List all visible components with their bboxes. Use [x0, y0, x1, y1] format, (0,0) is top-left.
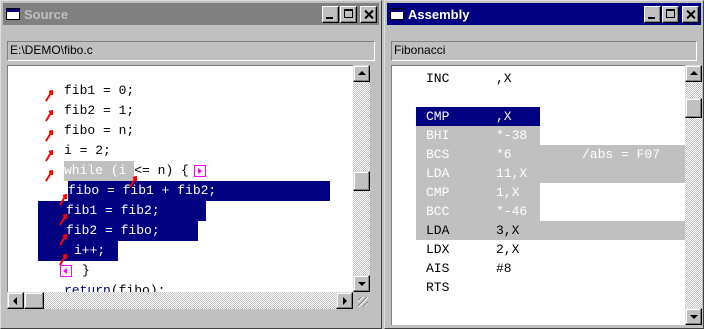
breakpoint-arrow-icon[interactable] — [44, 130, 54, 142]
scroll-left-icon[interactable] — [7, 292, 24, 309]
assembly-titlebar[interactable]: Assembly — [387, 3, 701, 25]
asm-operand: *-38 — [496, 128, 528, 143]
asm-comment: /abs = F07 — [582, 147, 661, 162]
code-text: } — [82, 263, 90, 278]
run-marker-icon[interactable] — [60, 265, 72, 277]
scroll-right-icon[interactable] — [336, 292, 353, 309]
asm-grey-block — [416, 221, 685, 240]
asm-mnemonic: CMP — [426, 185, 450, 200]
asm-mnemonic: INC — [426, 71, 450, 86]
breakpoint-arrow-icon[interactable] — [58, 194, 68, 206]
code-line[interactable]: fib1 = 0; — [8, 81, 353, 101]
scroll-up-icon[interactable] — [685, 65, 702, 82]
code-line[interactable]: while (i <= n) { — [8, 161, 353, 181]
asm-comment: /abs = F0 — [592, 128, 663, 143]
code-line[interactable]: i = 2; — [8, 141, 353, 161]
source-vertical-scrollbar[interactable] — [353, 65, 370, 292]
code-text: i++; — [38, 241, 118, 261]
breakpoint-arrow-icon[interactable] — [44, 150, 54, 162]
asm-operand: 10,X — [496, 90, 528, 105]
run-marker-icon[interactable] — [194, 165, 206, 177]
assembly-vertical-scrollbar[interactable] — [685, 65, 702, 325]
asm-operand: 11,X — [496, 166, 528, 181]
maximize-icon[interactable] — [662, 5, 679, 23]
asm-comment: /abs = F0 — [592, 204, 663, 219]
close-icon[interactable] — [682, 5, 699, 23]
window-icon — [6, 8, 20, 20]
source-path: E:\DEMO\fibo.c — [7, 41, 375, 61]
maximize-icon[interactable] — [340, 5, 357, 23]
minimize-icon[interactable] — [322, 5, 339, 23]
resize-grip-icon[interactable] — [353, 292, 370, 309]
asm-mnemonic: RTS — [426, 280, 450, 295]
scroll-thumb[interactable] — [353, 171, 370, 191]
assembly-path: Fibonacci — [391, 41, 697, 61]
code-line[interactable]: fibo = n; — [8, 121, 353, 141]
asm-mnemonic: LDA — [426, 166, 450, 181]
assembly-title: Assembly — [408, 6, 470, 22]
assembly-window: Assembly Fibonacci INC ,X LDA 10,X CMP ,X B… — [384, 0, 704, 329]
asm-operand: ,X — [496, 71, 512, 86]
asm-operand: #8 — [496, 261, 512, 276]
scroll-down-icon[interactable] — [353, 275, 370, 292]
asm-mnemonic: LDX — [426, 242, 450, 257]
code-text: fibo = fib1 + fib2; — [68, 181, 330, 201]
source-titlebar[interactable]: Source — [3, 3, 379, 25]
asm-mnemonic: LDA — [426, 223, 450, 238]
source-window: Source E:\DEMO\fibo.c fib1 = 0; fib2 = 1… — [0, 0, 382, 329]
asm-operand: 3,X — [496, 223, 520, 238]
asm-operand: 2,X — [496, 242, 520, 257]
code-text: fib1 = 0; — [64, 83, 135, 98]
breakpoint-arrow-icon[interactable] — [58, 214, 68, 226]
asm-mnemonic: CMP — [426, 109, 450, 124]
asm-mnemonic: LDA — [426, 90, 450, 105]
asm-operand: ,X — [496, 109, 512, 124]
scroll-thumb[interactable] — [685, 98, 702, 118]
scroll-up-icon[interactable] — [353, 65, 370, 82]
assembly-code-pane[interactable]: INC ,X LDA 10,X CMP ,X BHI *-38/abs = F0 BCS… — [391, 65, 685, 325]
asm-mnemonic: BHI — [426, 128, 450, 143]
breakpoint-arrow-icon[interactable] — [44, 110, 54, 122]
close-icon[interactable] — [360, 5, 377, 23]
minimize-icon[interactable] — [644, 5, 661, 23]
source-title: Source — [24, 6, 69, 22]
asm-mnemonic: BCS — [426, 147, 450, 162]
asm-operand: *-46 — [496, 204, 528, 219]
breakpoint-arrow-icon[interactable] — [44, 170, 54, 182]
asm-mnemonic: AIS — [426, 261, 450, 276]
asm-operand: *6 — [496, 147, 512, 162]
source-code-pane[interactable]: fib1 = 0; fib2 = 1; fibo = n; i = 2; whi… — [7, 65, 353, 309]
code-text: <= n) { — [134, 163, 189, 178]
code-text: i = 2; — [64, 143, 111, 158]
code-text: fibo = n; — [64, 123, 135, 138]
scroll-down-icon[interactable] — [685, 308, 702, 325]
asm-mnemonic: BCC — [426, 204, 450, 219]
breakpoint-arrow-icon[interactable] — [58, 234, 68, 246]
code-line[interactable]: fib2 = 1; — [8, 101, 353, 121]
code-text: fib2 = 1; — [64, 103, 135, 118]
source-horizontal-scrollbar[interactable] — [7, 292, 353, 309]
breakpoint-arrow-icon[interactable] — [128, 176, 138, 188]
keyword: while — [64, 163, 104, 178]
breakpoint-arrow-icon[interactable] — [44, 90, 54, 102]
window-icon — [390, 8, 404, 20]
scroll-thumb[interactable] — [24, 292, 44, 309]
asm-operand: 1,X — [496, 185, 520, 200]
